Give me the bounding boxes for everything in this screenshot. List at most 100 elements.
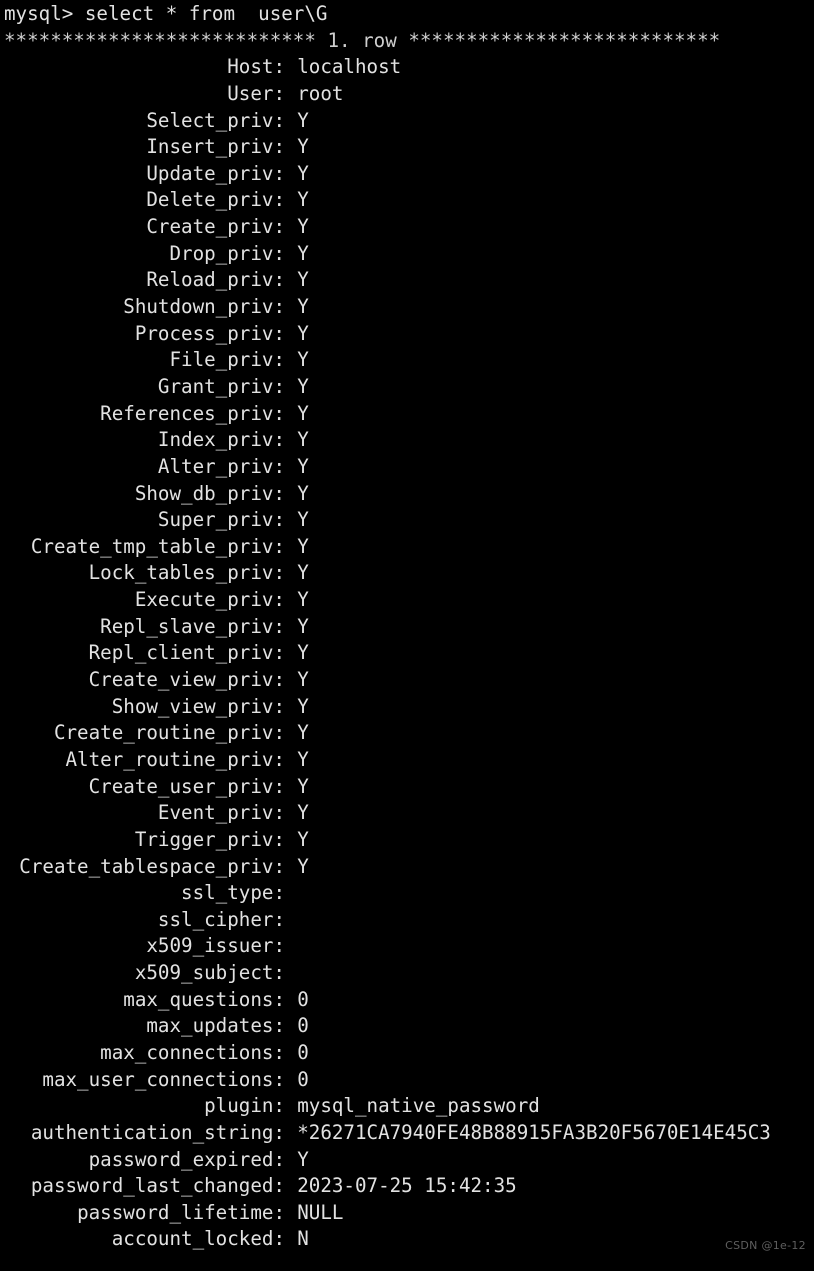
field-label: User: (227, 81, 285, 105)
field-label: Select_priv: (146, 108, 285, 132)
field-label: Shutdown_priv: (123, 295, 285, 319)
field-label: Update_priv: (146, 161, 285, 185)
field-label: References_priv: (100, 401, 285, 425)
result-field-row: Create_routine_priv: Y (0, 720, 814, 747)
field-value: N (297, 1227, 309, 1251)
field-value: Y (297, 721, 309, 745)
field-value: Y (297, 747, 309, 771)
result-field-row: Trigger_priv: Y (0, 827, 814, 854)
field-label: max_user_connections: (42, 1067, 285, 1091)
result-field-row: Create_tablespace_priv: Y (0, 854, 814, 881)
field-label: ssl_cipher: (157, 907, 285, 931)
result-field-row: ssl_cipher: (0, 907, 814, 934)
field-label: Create_tablespace_priv: (19, 854, 285, 878)
field-value: localhost (297, 55, 402, 79)
field-label: Create_routine_priv: (53, 721, 285, 745)
result-field-row: Grant_priv: Y (0, 374, 814, 401)
field-value: Y (297, 801, 309, 825)
result-field-row: Create_user_priv: Y (0, 774, 814, 801)
field-label: Repl_slave_priv: (100, 614, 285, 638)
result-field-row: Alter_routine_priv: Y (0, 747, 814, 774)
field-label: Delete_priv: (146, 188, 285, 212)
field-value: Y (297, 481, 309, 505)
field-label: x509_subject: (134, 961, 285, 985)
field-value: Y (297, 827, 309, 851)
field-label: max_connections: (100, 1040, 285, 1064)
result-field-row: account_locked: N (0, 1226, 814, 1253)
result-field-row: References_priv: Y (0, 401, 814, 428)
field-label: Repl_client_priv: (88, 641, 285, 665)
field-label: account_locked: (111, 1227, 285, 1251)
result-field-row: password_last_changed: 2023-07-25 15:42:3… (0, 1173, 814, 1200)
row-separator-line: *************************** 1. row *****… (4, 28, 721, 52)
field-value: mysql_native_password (297, 1094, 540, 1118)
field-label: Show_view_priv: (111, 694, 285, 718)
result-field-row: Create_priv: Y (0, 214, 814, 241)
field-value: Y (297, 614, 309, 638)
terminal-window[interactable]: mysql> select * from user\G ************… (0, 0, 814, 1271)
field-value: Y (297, 854, 309, 878)
field-value: Y (297, 188, 309, 212)
field-value: Y (297, 215, 309, 239)
field-value: Y (297, 295, 309, 319)
field-label: Create_tmp_table_priv: (30, 534, 285, 558)
field-label: Index_priv: (157, 428, 285, 452)
field-value: Y (297, 401, 309, 425)
result-field-row: ssl_type: (0, 880, 814, 907)
field-value: Y (297, 508, 309, 532)
result-field-row: Select_priv: Y (0, 108, 814, 135)
field-value: Y (297, 241, 309, 265)
field-label: ssl_type: (181, 881, 285, 905)
field-label: Create_priv: (146, 215, 285, 239)
field-label: Create_view_priv: (88, 668, 285, 692)
result-field-row: max_connections: 0 (0, 1040, 814, 1067)
result-field-row: password_lifetime: NULL (0, 1200, 814, 1227)
field-label: plugin: (204, 1094, 285, 1118)
field-label: Drop_priv: (169, 241, 285, 265)
field-label: Host: (227, 55, 285, 79)
result-field-row: Update_priv: Y (0, 161, 814, 188)
field-label: password_lifetime: (77, 1200, 285, 1224)
field-value: Y (297, 374, 309, 398)
result-field-row: Show_view_priv: Y (0, 694, 814, 721)
field-value: Y (297, 561, 309, 585)
result-field-row: Execute_priv: Y (0, 587, 814, 614)
result-field-row: password_expired: Y (0, 1147, 814, 1174)
field-value: Y (297, 668, 309, 692)
field-value: Y (297, 454, 309, 478)
field-label: Show_db_priv: (134, 481, 285, 505)
field-value: Y (297, 774, 309, 798)
field-value: Y (297, 641, 309, 665)
field-label: Process_priv: (134, 321, 285, 345)
result-field-row: Repl_client_priv: Y (0, 640, 814, 667)
result-field-row: Create_tmp_table_priv: Y (0, 534, 814, 561)
result-field-row: Shutdown_priv: Y (0, 294, 814, 321)
result-field-row: Process_priv: Y (0, 321, 814, 348)
field-value: Y (297, 321, 309, 345)
result-field-row: max_questions: 0 (0, 987, 814, 1014)
result-field-row: Host: localhost (0, 54, 814, 81)
field-label: Alter_priv: (157, 454, 285, 478)
field-label: Create_user_priv: (88, 774, 285, 798)
result-field-row: Show_db_priv: Y (0, 481, 814, 508)
result-field-row: authentication_string: *26271CA7940FE48B8… (0, 1120, 814, 1147)
result-field-row: Alter_priv: Y (0, 454, 814, 481)
field-value: root (297, 81, 344, 105)
result-field-row: Lock_tables_priv: Y (0, 560, 814, 587)
field-label: File_priv: (169, 348, 285, 372)
result-field-row: Drop_priv: Y (0, 241, 814, 268)
field-label: Grant_priv: (157, 374, 285, 398)
field-value: Y (297, 108, 309, 132)
result-field-row: max_updates: 0 (0, 1013, 814, 1040)
result-field-row: Index_priv: Y (0, 427, 814, 454)
field-value: 0 (297, 1067, 309, 1091)
field-label: max_questions: (123, 987, 285, 1011)
field-value: 0 (297, 1014, 309, 1038)
result-field-row: x509_issuer: (0, 933, 814, 960)
field-label: Execute_priv: (134, 588, 285, 612)
field-value: 0 (297, 1040, 309, 1064)
field-value: *26271CA7940FE48B88915FA3B20F5670E14E45C… (297, 1120, 771, 1144)
field-label: Reload_priv: (146, 268, 285, 292)
result-field-row: File_priv: Y (0, 347, 814, 374)
field-value: Y (297, 161, 309, 185)
